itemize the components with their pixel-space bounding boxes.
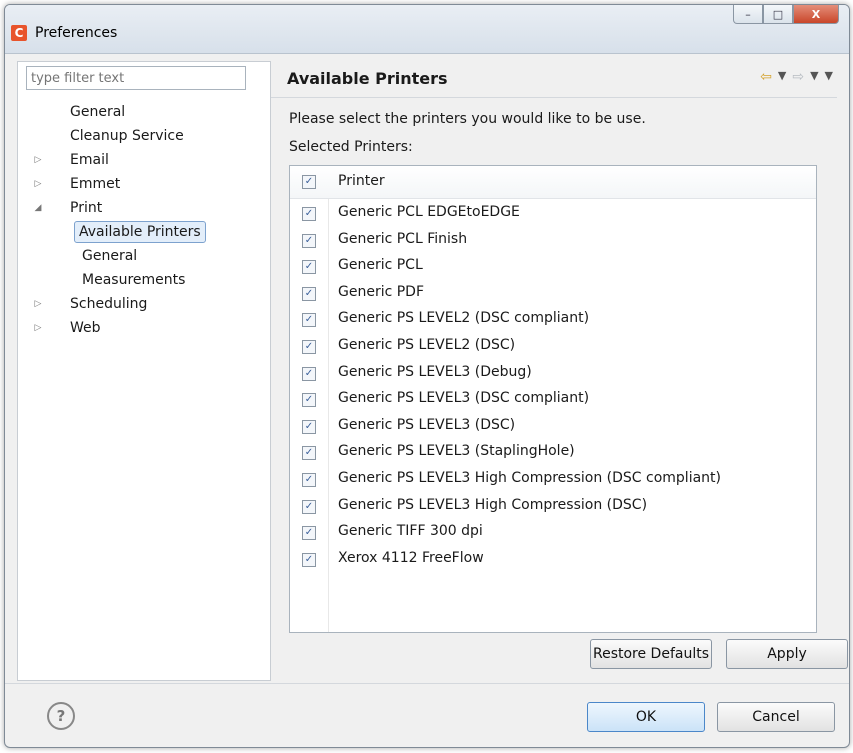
title-bar: C Preferences – □ X xyxy=(5,5,849,54)
cancel-button[interactable]: Cancel xyxy=(717,702,835,732)
printer-table: ✓ Printer ✓ Generic PCL EDGEtoEDGE ✓ Generi… xyxy=(289,165,817,633)
table-row[interactable]: ✓ Generic PCL xyxy=(290,253,816,279)
tree-item-label: Print xyxy=(70,200,103,216)
minimize-button[interactable]: – xyxy=(733,5,763,24)
window-controls: – □ X xyxy=(733,5,839,24)
forward-dropdown-icon[interactable]: ▼ xyxy=(810,69,818,85)
filter-input[interactable] xyxy=(26,66,246,90)
printer-checkbox[interactable]: ✓ xyxy=(302,446,316,461)
preference-page: Available Printers ⇦ ▼ ⇨ ▼ ▼ Please sele… xyxy=(271,61,848,679)
table-header: ✓ Printer xyxy=(290,166,816,199)
help-icon[interactable]: ? xyxy=(47,702,75,730)
printer-checkbox[interactable]: ✓ xyxy=(302,499,316,514)
tree-item[interactable]: ▷ Web xyxy=(18,316,270,340)
table-row[interactable]: ✓ Generic PS LEVEL2 (DSC compliant) xyxy=(290,306,816,332)
printer-checkbox[interactable]: ✓ xyxy=(302,473,316,487)
tree-item-label: Emmet xyxy=(70,176,121,192)
tree-item-label: Measurements xyxy=(82,272,186,288)
table-row[interactable]: ✓ Generic PS LEVEL3 (Debug) xyxy=(290,360,816,386)
tree-expander-icon[interactable]: ▷ xyxy=(32,292,44,316)
printer-name: Generic TIFF 300 dpi xyxy=(338,523,483,540)
tree-item[interactable]: ◢ Print xyxy=(18,196,270,220)
tree-item[interactable]: ▷ Scheduling xyxy=(18,292,270,316)
printer-name: Generic PS LEVEL3 High Compression (DSC … xyxy=(338,470,721,486)
tree-expander-icon[interactable]: ▷ xyxy=(32,316,44,340)
tree-item-label: Available Printers xyxy=(74,221,206,243)
tree-expander-icon[interactable]: ▷ xyxy=(32,148,44,172)
close-button[interactable]: X xyxy=(793,5,839,24)
printer-checkbox[interactable]: ✓ xyxy=(302,552,316,567)
back-dropdown-icon[interactable]: ▼ xyxy=(778,69,786,85)
page-title: Available Printers xyxy=(287,69,448,88)
printer-checkbox[interactable]: ✓ xyxy=(302,233,316,248)
printer-checkbox[interactable]: ✓ xyxy=(302,526,316,541)
forward-arrow-icon[interactable]: ⇨ xyxy=(792,69,804,85)
printer-checkbox[interactable]: ✓ xyxy=(302,207,316,221)
table-row[interactable]: ✓ Generic PS LEVEL2 (DSC) xyxy=(290,333,816,359)
printer-name: Generic PDF xyxy=(338,283,425,300)
dialog-footer: ? OK Cancel xyxy=(5,683,849,747)
printer-checkbox[interactable]: ✓ xyxy=(302,286,316,301)
table-row[interactable]: ✓ Generic PS LEVEL3 High Compression (DSC… xyxy=(290,466,816,492)
view-menu-icon[interactable]: ▼ xyxy=(825,69,833,85)
table-row[interactable]: ✓ Generic PS LEVEL3 (DSC) xyxy=(290,413,816,439)
printer-checkbox[interactable]: ✓ xyxy=(302,313,316,328)
selected-printers-label: Selected Printers: xyxy=(289,139,413,155)
window-title: Preferences xyxy=(35,25,118,41)
maximize-button[interactable]: □ xyxy=(763,5,793,24)
page-header: Available Printers ⇦ ▼ ⇨ ▼ ▼ xyxy=(271,61,837,98)
preferences-dialog: C Preferences – □ X General Cleanup Servi… xyxy=(4,4,850,748)
tree-item-label: Email xyxy=(70,152,109,168)
printer-name: Generic PS LEVEL3 (StaplingHole) xyxy=(338,443,575,460)
tree-item[interactable]: ▷ Email xyxy=(18,148,270,172)
printer-name: Generic PCL Finish xyxy=(338,230,468,247)
table-row[interactable]: ✓ Generic PCL EDGEtoEDGE xyxy=(290,200,816,226)
printer-name: Generic PCL EDGEtoEDGE xyxy=(338,204,520,220)
printer-name: Generic PS LEVEL3 (DSC compliant) xyxy=(338,390,590,407)
restore-defaults-button[interactable]: Restore Defaults xyxy=(590,639,712,669)
tree-item-label: Cleanup Service xyxy=(70,128,184,144)
printer-checkbox[interactable]: ✓ xyxy=(302,393,316,408)
app-logo-icon: C xyxy=(11,25,27,41)
tree-item[interactable]: Measurements xyxy=(18,268,270,292)
tree-item[interactable]: Available Printers xyxy=(18,220,270,244)
tree-item[interactable]: ▷ Emmet xyxy=(18,172,270,196)
table-row[interactable]: ✓ Generic PS LEVEL3 (StaplingHole) xyxy=(290,439,816,465)
tree-item[interactable]: Cleanup Service xyxy=(18,124,270,148)
printer-checkbox[interactable]: ✓ xyxy=(302,260,316,275)
back-arrow-icon[interactable]: ⇦ xyxy=(760,69,772,85)
printer-name: Xerox 4112 FreeFlow xyxy=(338,549,484,566)
apply-button[interactable]: Apply xyxy=(726,639,848,669)
tree-expander-icon[interactable]: ◢ xyxy=(32,196,44,220)
preference-tree: General Cleanup Service ▷ Email ▷ Emmet ◢ Print… xyxy=(18,100,270,340)
select-all-checkbox[interactable]: ✓ xyxy=(302,175,316,189)
printer-name: Generic PS LEVEL3 (Debug) xyxy=(338,363,532,380)
tree-expander-icon[interactable]: ▷ xyxy=(32,172,44,196)
printer-checkbox[interactable]: ✓ xyxy=(302,419,316,434)
tree-item-label: General xyxy=(82,248,138,264)
printer-checkbox[interactable]: ✓ xyxy=(302,340,316,354)
printer-name: Generic PS LEVEL3 High Compression (DSC) xyxy=(338,496,648,513)
tree-item[interactable]: General xyxy=(18,100,270,124)
page-description: Please select the printers you would lik… xyxy=(289,111,646,127)
table-row[interactable]: ✓ Xerox 4112 FreeFlow xyxy=(290,546,816,572)
ok-button[interactable]: OK xyxy=(587,702,705,732)
printer-name: Generic PS LEVEL2 (DSC compliant) xyxy=(338,310,590,327)
table-row[interactable]: ✓ Generic TIFF 300 dpi xyxy=(290,519,816,545)
printer-name: Generic PS LEVEL3 (DSC) xyxy=(338,416,516,433)
table-row[interactable]: ✓ Generic PS LEVEL3 (DSC compliant) xyxy=(290,386,816,412)
tree-item-label: General xyxy=(70,104,126,120)
table-row[interactable]: ✓ Generic PCL Finish xyxy=(290,227,816,253)
table-row[interactable]: ✓ Generic PS LEVEL3 High Compression (DSC… xyxy=(290,493,816,519)
table-row[interactable]: ✓ Generic PDF xyxy=(290,280,816,306)
printer-column-header[interactable]: Printer xyxy=(338,173,385,189)
preference-tree-pane: General Cleanup Service ▷ Email ▷ Emmet ◢ Print… xyxy=(17,61,271,681)
printer-name: Generic PCL xyxy=(338,257,423,274)
page-navigation: ⇦ ▼ ⇨ ▼ ▼ xyxy=(760,69,833,85)
tree-item-label: Scheduling xyxy=(70,296,148,312)
tree-item[interactable]: General xyxy=(18,244,270,268)
printer-checkbox[interactable]: ✓ xyxy=(302,366,316,381)
printer-name: Generic PS LEVEL2 (DSC) xyxy=(338,337,516,353)
tree-item-label: Web xyxy=(70,320,101,336)
